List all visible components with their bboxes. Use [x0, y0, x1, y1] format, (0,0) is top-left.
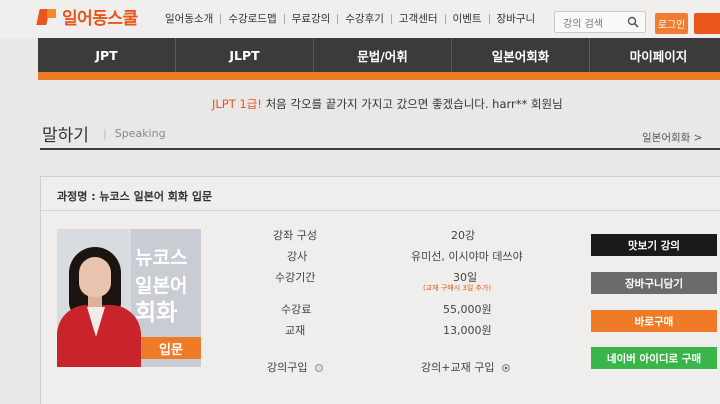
- review-ticker[interactable]: JLPT 1급! 처음 각오를 끝가지 가지고 갔으면 좋겠습니다. harr*…: [212, 96, 563, 112]
- search-icon[interactable]: [627, 16, 639, 28]
- period-note: (교재 구매시 3일 추가): [423, 284, 492, 292]
- fee-value: 55,000원: [443, 303, 492, 316]
- instructor-label: 강사: [287, 250, 308, 263]
- top-nav-support[interactable]: 고객센터: [392, 11, 445, 26]
- lecture-plus-book-radio[interactable]: [502, 364, 511, 372]
- page-subtitle-text: Speaking: [114, 127, 166, 140]
- tab-conversation[interactable]: 일본어회화: [452, 38, 590, 72]
- option-lecture-plus-book-label: 강의+교재 구입: [421, 361, 495, 374]
- section-divider: [40, 148, 720, 150]
- tab-jpt[interactable]: JPT: [38, 38, 176, 72]
- main-nav: JPT JLPT 문법/어휘 일본어회화 마이페이지: [38, 38, 720, 72]
- top-nav-events[interactable]: 이벤트: [446, 11, 489, 26]
- option-lecture-only-label: 강의구입: [267, 361, 308, 374]
- top-bar: 일어동스쿨 일어동소개 수강로드맵 무료강의 수강후기 고객센터 이벤트 장바구…: [0, 0, 720, 38]
- course-card: 과정명 : 뉴코스 일본어 회화 입문 뉴코스 일본어 회화 입문 강좌 구성 …: [40, 176, 720, 404]
- ticker-highlight: JLPT 1급!: [212, 97, 262, 111]
- lecture-only-radio[interactable]: [315, 364, 324, 372]
- add-to-cart-button[interactable]: 장바구니담기: [591, 272, 717, 294]
- top-nav-free-lectures[interactable]: 무료강의: [285, 11, 338, 26]
- search-input[interactable]: [555, 14, 625, 35]
- top-nav-about[interactable]: 일어동소개: [158, 11, 220, 26]
- top-nav-roadmap[interactable]: 수강로드맵: [221, 11, 283, 26]
- page-subtitle: | Speaking: [103, 127, 166, 140]
- site-logo[interactable]: 일어동스쿨: [36, 4, 138, 29]
- ticker-text: 처음 각오를 끝가지 가지고 갔으면 좋겠습니다. harr** 회원님: [261, 97, 563, 111]
- buy-now-button[interactable]: 바로구매: [591, 310, 717, 332]
- nav-accent-bar: [38, 72, 720, 80]
- naver-buy-button[interactable]: 네이버 아이디로 구매: [591, 347, 717, 369]
- top-nav-cart[interactable]: 장바구니: [490, 11, 543, 26]
- page-title: 말하기: [42, 126, 89, 146]
- course-name: 과정명 : 뉴코스 일본어 회화 입문: [57, 190, 213, 203]
- textbook-value: 13,000원: [443, 324, 492, 337]
- period-label: 수강기간: [275, 271, 316, 284]
- logo-icon: [36, 7, 58, 27]
- textbook-label: 교재: [285, 324, 306, 337]
- thumbnail-title-line1: 뉴코스: [135, 247, 188, 269]
- top-nav-reviews[interactable]: 수강후기: [338, 11, 391, 26]
- search-box: [554, 11, 646, 35]
- composition-value: 20강: [451, 229, 476, 242]
- instructor-value: 유미선, 이시야마 데쓰야: [411, 250, 523, 263]
- tab-jlpt[interactable]: JLPT: [176, 38, 314, 72]
- thumbnail-level-badge: 입문: [141, 337, 201, 359]
- preview-lecture-button[interactable]: 맛보기 강의: [591, 234, 717, 256]
- composition-label: 강좌 구성: [273, 229, 317, 242]
- logo-text: 일어동스쿨: [62, 9, 138, 29]
- course-thumbnail[interactable]: 뉴코스 일본어 회화 입문: [57, 229, 201, 367]
- join-button[interactable]: [694, 13, 720, 34]
- thumbnail-title-line3: 회화: [135, 300, 178, 326]
- fee-label: 수강료: [281, 303, 312, 316]
- course-header: 과정명 : 뉴코스 일본어 회화 입문: [41, 177, 720, 211]
- login-button[interactable]: 로그인: [655, 13, 688, 34]
- option-lecture-plus-book[interactable]: 강의+교재 구입: [421, 359, 511, 375]
- tab-mypage[interactable]: 마이페이지: [590, 38, 720, 72]
- tab-grammar-vocab[interactable]: 문법/어휘: [314, 38, 452, 72]
- top-nav: 일어동소개 수강로드맵 무료강의 수강후기 고객센터 이벤트 장바구니: [158, 11, 542, 26]
- option-lecture-only[interactable]: 강의구입: [267, 359, 324, 375]
- breadcrumb[interactable]: 일본어회화 >: [642, 130, 702, 145]
